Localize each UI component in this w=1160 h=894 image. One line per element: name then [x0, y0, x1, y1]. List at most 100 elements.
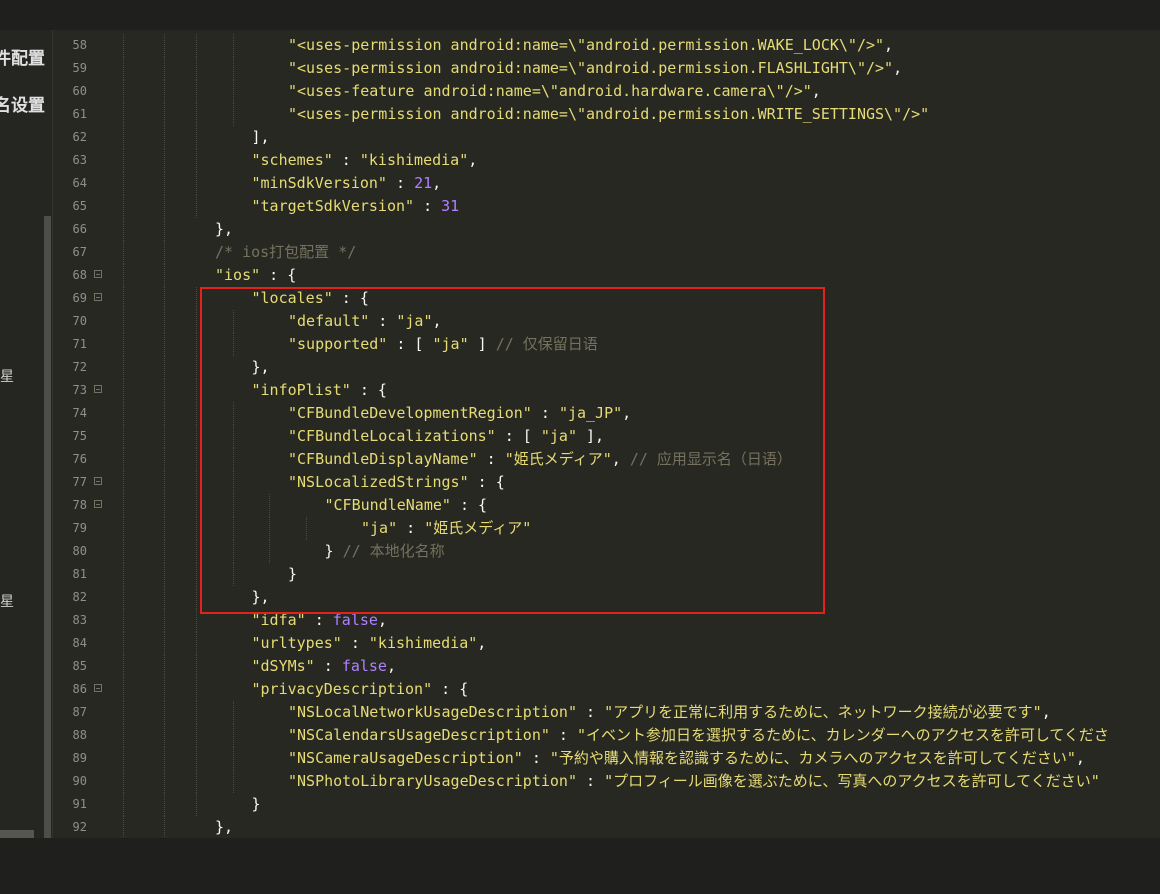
code-line[interactable]: 92}, [53, 816, 1160, 838]
punctuation-token: } [251, 795, 261, 813]
indent-guide [196, 609, 197, 632]
code-text: "ios" : { [215, 264, 296, 287]
fold-toggle-icon[interactable] [94, 293, 102, 301]
indent-guide [163, 816, 165, 838]
string-token: "locales" [251, 289, 333, 307]
code-line[interactable]: 64 "minSdkVersion" : 21, [53, 172, 1160, 195]
code-line[interactable]: 70 "default" : "ja", [53, 310, 1160, 333]
indent-guide [163, 540, 165, 563]
code-line[interactable]: 79 "ja" : "姫氏メディア" [53, 517, 1160, 540]
sidebar-item-config[interactable]: 件配置 [0, 44, 45, 69]
punctuation-token: : [397, 519, 425, 537]
code-line[interactable]: 74 "CFBundleDevelopmentRegion" : "ja_JP", [53, 402, 1160, 425]
code-line[interactable]: 60 "<uses-feature android:name=\"android.… [53, 80, 1160, 103]
code-line[interactable]: 80} // 本地化名称 [53, 540, 1160, 563]
fold-toggle-icon[interactable] [94, 477, 102, 485]
sidebar-scrollbar[interactable] [44, 216, 51, 838]
indent-guide [232, 333, 234, 356]
indent-guide [196, 471, 197, 494]
indent-guide [163, 609, 165, 632]
indent-guide [196, 126, 197, 149]
code-editor[interactable]: 58 "<uses-permission android:name=\"andro… [53, 30, 1160, 838]
code-line[interactable]: 58 "<uses-permission android:name=\"andro… [53, 34, 1160, 57]
punctuation-token: }, [215, 220, 234, 238]
string-token: "targetSdkVersion" [251, 197, 415, 215]
indent-guide [123, 793, 124, 816]
indent-guide [123, 149, 124, 172]
punctuation-token: , [432, 312, 442, 330]
punctuation-token: : [549, 726, 577, 744]
code-text: "default" : "ja", [288, 310, 442, 333]
indent-guide [232, 103, 234, 126]
code-line[interactable]: 89 "NSCameraUsageDescription" : "予約や購入情報を… [53, 747, 1160, 770]
code-text: "CFBundleName" : { [325, 494, 488, 517]
punctuation-token: }, [251, 588, 270, 606]
code-line[interactable]: 72}, [53, 356, 1160, 379]
code-line[interactable]: 82}, [53, 586, 1160, 609]
code-line[interactable]: 76 "CFBundleDisplayName" : "姫氏メディア", // 应… [53, 448, 1160, 471]
indent-guide [123, 103, 124, 126]
code-line[interactable]: 86 "privacyDescription" : { [53, 678, 1160, 701]
code-line[interactable]: 73 "infoPlist" : { [53, 379, 1160, 402]
punctuation-token: ], [577, 427, 605, 445]
code-line[interactable]: 65 "targetSdkVersion" : 31 [53, 195, 1160, 218]
fold-toggle-icon[interactable] [94, 684, 102, 692]
code-text: ], [252, 126, 270, 149]
string-token: "<uses-permission android:name=\"android… [288, 36, 885, 54]
string-token: "CFBundleLocalizations" [288, 427, 496, 445]
code-line[interactable]: 81} [53, 563, 1160, 586]
code-line[interactable]: 88 "NSCalendarsUsageDescription" : "イベント参… [53, 724, 1160, 747]
code-line[interactable]: 91} [53, 793, 1160, 816]
indent-guide [196, 793, 197, 816]
number-token: 31 [441, 197, 460, 215]
code-line[interactable]: 61 "<uses-permission android:name=\"andro… [53, 103, 1160, 126]
indent-guide [196, 770, 197, 793]
line-number: 62 [72, 130, 87, 144]
code-line[interactable]: 77 "NSLocalizedStrings" : { [53, 471, 1160, 494]
indent-guide [232, 80, 234, 103]
code-line[interactable]: 90 "NSPhotoLibraryUsageDescription" : "プロ… [53, 770, 1160, 793]
code-line[interactable]: 71 "supported" : [ "ja" ] // 仅保留日语 [53, 333, 1160, 356]
indent-guide [163, 195, 165, 218]
code-line[interactable]: 67 /* ios打包配置 */ [53, 241, 1160, 264]
punctuation-token: : [522, 749, 550, 767]
code-line[interactable]: 62], [53, 126, 1160, 149]
code-line[interactable]: 75 "CFBundleLocalizations" : [ "ja" ], [53, 425, 1160, 448]
code-line[interactable]: 78 "CFBundleName" : { [53, 494, 1160, 517]
code-text: "ja" : "姫氏メディア" [361, 517, 531, 540]
punctuation-token: : [305, 611, 333, 629]
string-token: "dSYMs" [251, 657, 315, 675]
code-line[interactable]: 66}, [53, 218, 1160, 241]
punctuation-token: , [611, 450, 630, 468]
code-text: "minSdkVersion" : 21, [252, 172, 442, 195]
code-line[interactable]: 83 "idfa" : false, [53, 609, 1160, 632]
code-line[interactable]: 85 "dSYMs" : false, [53, 655, 1160, 678]
sidebar-item-settings[interactable]: 名设置 [0, 91, 45, 116]
indent-guide [232, 402, 234, 425]
code-line[interactable]: 87 "NSLocalNetworkUsageDescription" : "アプ… [53, 701, 1160, 724]
fold-toggle-icon[interactable] [94, 500, 102, 508]
sidebar-horizontal-scrollbar[interactable] [0, 830, 34, 838]
indent-guide [163, 770, 165, 793]
indent-guide [123, 264, 124, 287]
code-line[interactable]: 68 "ios" : { [53, 264, 1160, 287]
code-line[interactable]: 84 "urltypes" : "kishimedia", [53, 632, 1160, 655]
title-bar [0, 0, 1160, 30]
code-line[interactable]: 59 "<uses-permission android:name=\"andro… [53, 57, 1160, 80]
code-text: "<uses-feature android:name=\"android.ha… [288, 80, 821, 103]
indent-guide [196, 310, 197, 333]
punctuation-token: : { [350, 381, 387, 399]
fold-toggle-icon[interactable] [94, 385, 102, 393]
fold-toggle-icon[interactable] [94, 270, 102, 278]
code-line[interactable]: 63 "schemes" : "kishimedia", [53, 149, 1160, 172]
indent-guide [196, 402, 197, 425]
line-number: 65 [72, 199, 87, 213]
indent-guide [163, 287, 165, 310]
code-line[interactable]: 69 "locales" : { [53, 287, 1160, 310]
string-token: "infoPlist" [251, 381, 351, 399]
punctuation-token: ], [251, 128, 270, 146]
indent-guide [163, 126, 165, 149]
code-text: "infoPlist" : { [252, 379, 387, 402]
indent-guide [123, 218, 124, 241]
indent-guide [163, 678, 165, 701]
